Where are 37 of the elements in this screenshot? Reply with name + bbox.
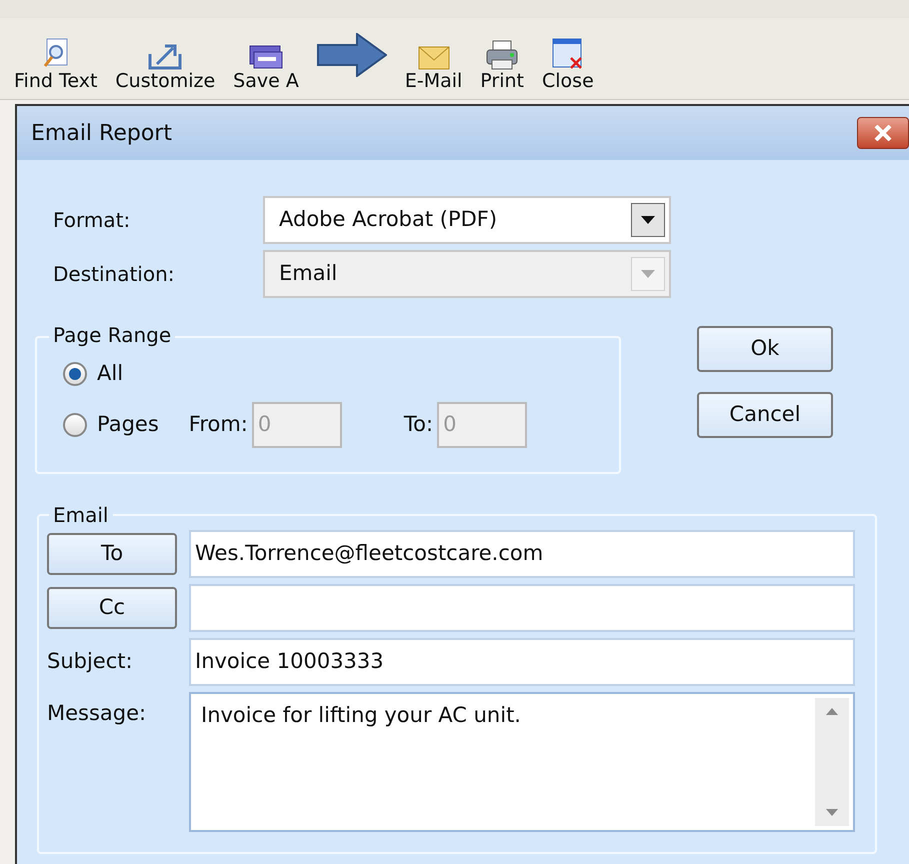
dialog-button[interactable]: Cancel [697,392,833,438]
input-field[interactable]: Wes.Torrence@fleetcostcare.com [189,530,855,578]
dropdown-arrow-icon [641,216,655,224]
dropdown: Email [263,250,671,298]
dropdown-arrow-icon [641,270,655,278]
field-label: Destination: [53,261,176,288]
toolbar-button[interactable]: Customize [115,34,216,91]
envelope-icon [418,46,450,70]
pointer-arrow [316,32,387,76]
toolbar-button[interactable]: Close [542,34,594,91]
dialog-button[interactable]: Ok [697,326,833,372]
scroll-down-icon[interactable] [826,809,838,816]
window-title: Email Report [31,120,172,148]
field-label: Message: [47,700,148,727]
address-button[interactable]: Cc [47,587,177,629]
toolbar-button[interactable]: Print [480,34,524,91]
message-field[interactable]: Invoice for lifting your AC unit. [189,692,855,832]
scroll-up-icon[interactable] [826,708,838,715]
input-field[interactable]: Invoice 10003333 [189,638,855,686]
close-icon [874,125,892,141]
address-button[interactable]: To [47,533,177,575]
dropdown[interactable]: Adobe Acrobat (PDF) [263,196,671,244]
printer-icon [485,40,520,70]
toolbar-button[interactable]: E-Mail [404,34,462,91]
toolbar-button[interactable]: Find Text [14,34,98,91]
field-label: To: [404,410,434,438]
window-cross-icon [550,38,585,70]
radio-button[interactable]: Pages [63,408,159,440]
field-label: Format: [53,207,132,234]
windows-stack-icon [248,44,284,70]
field-label: From: [188,410,248,438]
toolbar-button[interactable]: Save A [233,34,299,91]
field-label: Subject: [47,648,134,676]
scrollbar[interactable] [815,698,849,826]
close-button[interactable] [857,117,909,149]
input-field[interactable] [189,584,855,632]
radio-button[interactable]: All [63,358,124,390]
